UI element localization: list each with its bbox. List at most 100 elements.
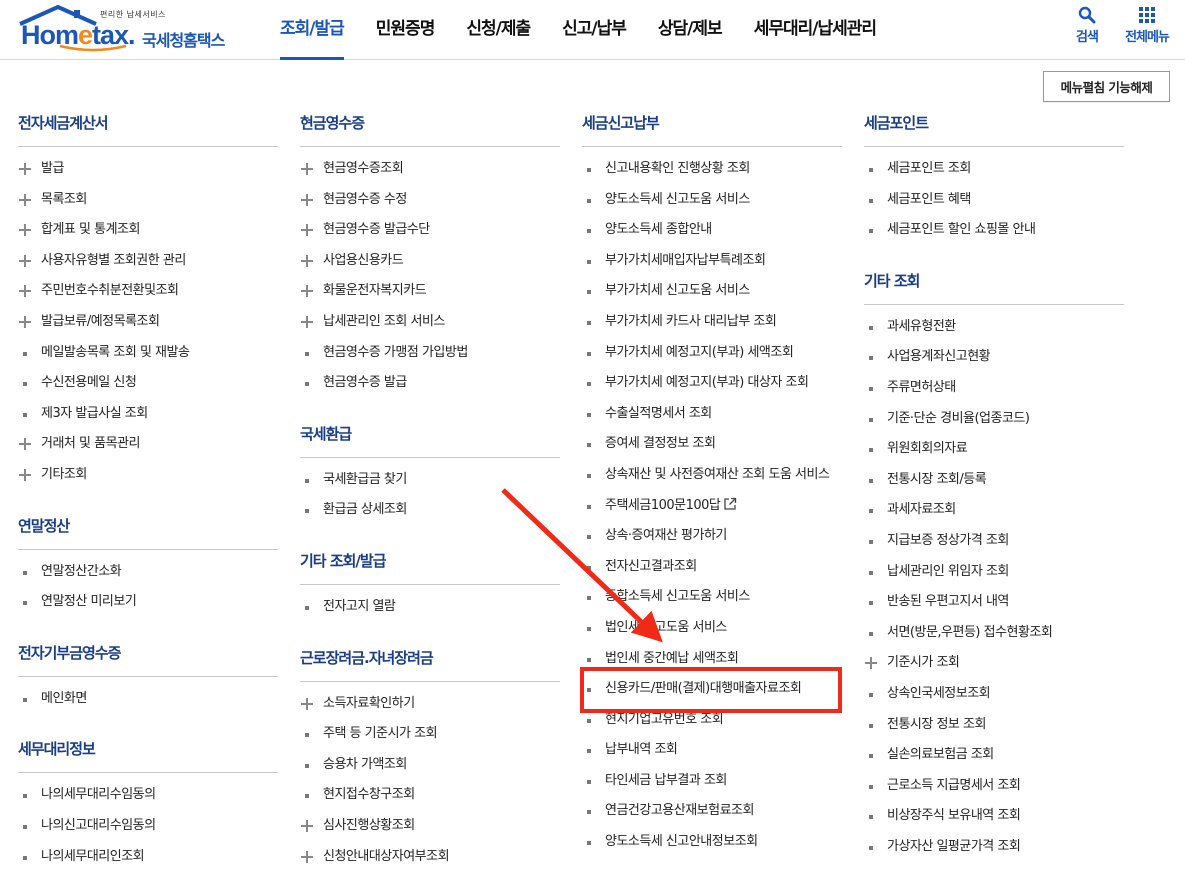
menu-item[interactable]: 현금영수증조회	[300, 154, 560, 185]
menu-item[interactable]: 주민번호수취분전환및조회	[18, 276, 278, 307]
nav-inquiry-issuance[interactable]: 조회/발급	[264, 0, 360, 60]
section-title[interactable]: 기타 조회/발급	[300, 542, 560, 585]
menu-item[interactable]: 승용차 가액조회	[300, 750, 560, 781]
menu-item[interactable]: 기준·단순 경비율(업종코드)	[864, 404, 1124, 435]
section-title[interactable]: 전자기부금영수증	[18, 634, 278, 677]
menu-item[interactable]: 근로소득 지급명세서 조회	[864, 771, 1124, 802]
menu-item[interactable]: 발급	[18, 154, 278, 185]
section-title[interactable]: 세금포인트	[864, 104, 1124, 147]
menu-item[interactable]: 타인세금 납부결과 조회	[582, 766, 842, 797]
menu-item[interactable]: 전통시장 조회/등록	[864, 465, 1124, 496]
menu-item[interactable]: 주류면허상태	[864, 373, 1124, 404]
menu-item[interactable]: 국세환급금 찾기	[300, 465, 560, 496]
menu-item[interactable]: 신고내용확인 진행상황 조회	[582, 154, 842, 185]
section-title[interactable]: 근로장려금.자녀장려금	[300, 639, 560, 682]
menu-item[interactable]: 신청안내대상자여부조회	[300, 842, 560, 871]
menu-item[interactable]: 비상장주식 보유내역 조회	[864, 801, 1124, 832]
section-title[interactable]: 현금영수증	[300, 104, 560, 147]
menu-item[interactable]: 양도소득세 신고도움 서비스	[582, 185, 842, 216]
menu-item[interactable]: 반송된 우편고지서 내역	[864, 587, 1124, 618]
menu-item[interactable]: 실손의료보험금 조회	[864, 740, 1124, 771]
menu-item[interactable]: 부가가치세 예정고지(부과) 대상자 조회	[582, 368, 842, 399]
menu-item[interactable]: 과세유형전환	[864, 312, 1124, 343]
menu-item[interactable]: 법인세 중간예납 세액조회	[582, 644, 842, 675]
menu-item[interactable]: 양도소득세 신고안내정보조회	[582, 827, 842, 858]
menu-item[interactable]: 부가가치세 예정고지(부과) 세액조회	[582, 338, 842, 369]
menu-item[interactable]: 목록조회	[18, 185, 278, 216]
menu-item[interactable]: 심사진행상황조회	[300, 811, 560, 842]
section-title[interactable]: 연말정산	[18, 507, 278, 550]
menu-item[interactable]: 종합소득세 신고도움 서비스	[582, 582, 842, 613]
menu-item[interactable]: 주택 등 기준시가 조회	[300, 719, 560, 750]
menu-item[interactable]: 메인화면	[18, 684, 278, 715]
menu-item[interactable]: 전자신고결과조회	[582, 552, 842, 583]
menu-item[interactable]: 소득자료확인하기	[300, 689, 560, 720]
menu-item[interactable]: 합계표 및 통계조회	[18, 215, 278, 246]
section-title[interactable]: 세금신고납부	[582, 104, 842, 147]
menu-item[interactable]: 수출실적명세서 조회	[582, 399, 842, 430]
nav-application[interactable]: 신청/제출	[450, 0, 546, 60]
menu-item[interactable]: 기타조회	[18, 460, 278, 491]
menu-item[interactable]: 사업용신용카드	[300, 246, 560, 277]
menu-item[interactable]: 전자고지 열람	[300, 592, 560, 623]
menu-item[interactable]: 부가가치세 카드사 대리납부 조회	[582, 307, 842, 338]
menu-item[interactable]: 사용자유형별 조회권한 관리	[18, 246, 278, 277]
menu-item[interactable]: 연말정산간소화	[18, 557, 278, 588]
menu-fold-toggle-button[interactable]: 메뉴펼침 기능해제	[1043, 71, 1170, 102]
menu-item[interactable]: 법인세 신고도움 서비스	[582, 613, 842, 644]
nav-filing-payment[interactable]: 신고/납부	[546, 0, 642, 60]
search-button[interactable]: 검색	[1067, 6, 1107, 45]
menu-item[interactable]: 현지접수창구조회	[300, 780, 560, 811]
menu-item[interactable]: 연말정산 미리보기	[18, 587, 278, 618]
menu-item[interactable]: 납세관리인 조회 서비스	[300, 307, 560, 338]
menu-item[interactable]: 환급금 상세조회	[300, 495, 560, 526]
menu-item[interactable]: 부가가치세매입자납부특례조회	[582, 246, 842, 277]
menu-item[interactable]: 현금영수증 발급	[300, 368, 560, 399]
menu-item[interactable]: 납부내역 조회	[582, 735, 842, 766]
bullet-icon	[23, 570, 27, 575]
menu-item[interactable]: 거래처 및 품목관리	[18, 429, 278, 460]
menu-item[interactable]: 사업용계좌신고현황	[864, 342, 1124, 373]
menu-item[interactable]: 나의신고대리수임동의	[18, 811, 278, 842]
menu-item[interactable]: 연금건강고용산재보험료조회	[582, 796, 842, 827]
menu-item[interactable]: 현금영수증 수정	[300, 185, 560, 216]
menu-item[interactable]: 현금영수증 가맹점 가입방법	[300, 338, 560, 369]
menu-item[interactable]: 부가가치세 신고도움 서비스	[582, 276, 842, 307]
menu-item[interactable]: 기준시가 조회	[864, 648, 1124, 679]
section-title[interactable]: 세무대리정보	[18, 730, 278, 774]
menu-item[interactable]: 가상자산 일평균가격 조회	[864, 832, 1124, 863]
menu-item[interactable]: 증여세 결정정보 조회	[582, 429, 842, 460]
hometax-logo[interactable]: 편리한 납세서비스 Hometax. 국세청홈택스	[18, 4, 240, 54]
all-menu-button[interactable]: 전체메뉴	[1118, 6, 1176, 45]
menu-item[interactable]: 서면(방문,우편등) 접수현황조회	[864, 618, 1124, 649]
menu-item[interactable]: 메일발송목록 조회 및 재발송	[18, 338, 278, 369]
menu-item[interactable]: 납세관리인 위임자 조회	[864, 557, 1124, 588]
menu-item[interactable]: 현금영수증 발급수단	[300, 215, 560, 246]
menu-item[interactable]: 과세자료조회	[864, 495, 1124, 526]
menu-item[interactable]: 수신전용메일 신청	[18, 368, 278, 399]
menu-item[interactable]: 나의세무대리수임동의	[18, 780, 278, 811]
menu-item[interactable]: 주택세금100문100답	[582, 491, 842, 522]
section-title[interactable]: 기타 조회	[864, 262, 1124, 305]
section-title[interactable]: 국세환급	[300, 415, 560, 458]
menu-item[interactable]: 세금포인트 혜택	[864, 185, 1124, 216]
nav-certificates[interactable]: 민원증명	[360, 0, 451, 60]
menu-item[interactable]: 화물운전자복지카드	[300, 276, 560, 307]
menu-item[interactable]: 지급보증 정상가격 조회	[864, 526, 1124, 557]
menu-item[interactable]: 전통시장 정보 조회	[864, 710, 1124, 741]
nav-tax-agent[interactable]: 세무대리/납세관리	[738, 0, 892, 60]
menu-item[interactable]: 세금포인트 조회	[864, 154, 1124, 185]
menu-item[interactable]: 양도소득세 종합안내	[582, 215, 842, 246]
section-title[interactable]: 전자세금계산서	[18, 104, 278, 147]
menu-item[interactable]: 제3자 발급사실 조회	[18, 399, 278, 430]
menu-item[interactable]: 발급보류/예정목록조회	[18, 307, 278, 338]
menu-item-highlighted[interactable]: 신용카드/판매(결제)대행매출자료조회	[582, 674, 842, 705]
menu-item[interactable]: 상속인국세정보조회	[864, 679, 1124, 710]
menu-item[interactable]: 나의세무대리인조회	[18, 842, 278, 871]
menu-item[interactable]: 위원회회의자료	[864, 434, 1124, 465]
menu-item[interactable]: 세금포인트 할인 쇼핑몰 안내	[864, 215, 1124, 246]
menu-item[interactable]: 상속재산 및 사전증여재산 조회 도움 서비스	[582, 460, 842, 491]
menu-item[interactable]: 상속·증여재산 평가하기	[582, 521, 842, 552]
nav-consult-report[interactable]: 상담/제보	[642, 0, 738, 60]
menu-item[interactable]: 현지기업고유번호 조회	[582, 705, 842, 736]
